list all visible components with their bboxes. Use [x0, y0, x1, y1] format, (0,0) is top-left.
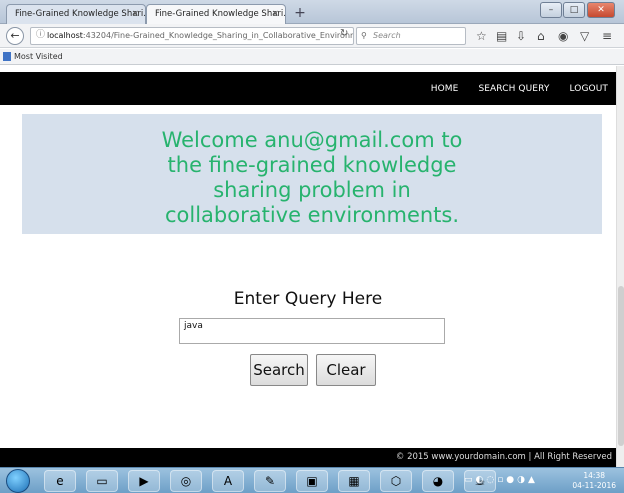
menu-home-link[interactable]: HOME	[431, 84, 459, 94]
menu-search-query-link[interactable]: SEARCH QUERY	[478, 84, 549, 94]
bookmark-folder-icon	[3, 52, 11, 61]
query-heading: Enter Query Here	[233, 289, 383, 309]
tray-icons[interactable]: ▭◐◌▫●◑▲	[464, 475, 538, 485]
minimize-icon[interactable]: –	[540, 2, 562, 18]
menu-logout-link[interactable]: LOGOUT	[569, 84, 608, 94]
pocket-icon[interactable]: ▽	[580, 29, 589, 43]
reload-icon[interactable]: ↻	[340, 28, 348, 39]
scrollbar-thumb[interactable]	[618, 286, 624, 446]
query-input[interactable]	[179, 318, 445, 344]
menu-hamburger-icon[interactable]: ≡	[602, 29, 612, 43]
site-header: HOME SEARCH QUERY LOGOUT	[0, 72, 616, 105]
home-icon[interactable]: ⌂	[537, 29, 545, 43]
paint-icon[interactable]: ✎	[254, 470, 286, 492]
tab-close-icon[interactable]: ×	[271, 5, 279, 23]
browser-tab-1[interactable]: Fine-Grained Knowledge Shari... ×	[6, 4, 146, 24]
footer-copyright: © 2015 www.yourdomain.com | All Right Re…	[395, 452, 612, 462]
url-path: :43204/Fine-Grained_Knowledge_Sharing_in…	[82, 31, 354, 40]
address-bar[interactable]: localhost:43204/Fine-Grained_Knowledge_S…	[30, 27, 354, 45]
search-button[interactable]: Search	[250, 354, 308, 386]
tab-close-icon[interactable]: ×	[131, 5, 139, 23]
browser-search-box[interactable]: ⚲ Search	[356, 27, 466, 45]
notepad-icon[interactable]: ▦	[338, 470, 370, 492]
browser-tab-bar: Fine-Grained Knowledge Shari... × Fine-G…	[0, 0, 624, 24]
media-player-icon[interactable]: ▶	[128, 470, 160, 492]
bookmark-star-icon[interactable]: ☆	[476, 29, 487, 43]
sync-icon[interactable]: ◉	[558, 29, 568, 43]
clear-button[interactable]: Clear	[316, 354, 376, 386]
url-host: localhost	[47, 31, 83, 40]
image-viewer-icon[interactable]: ▣	[296, 470, 328, 492]
browser-nav-bar: ← localhost:43204/Fine-Grained_Knowledge…	[0, 24, 624, 48]
bookmarks-bar: Most Visited	[0, 49, 624, 65]
browser-search-placeholder: Search	[373, 31, 401, 40]
site-footer: © 2015 www.yourdomain.com | All Right Re…	[0, 448, 616, 467]
search-icon: ⚲	[361, 31, 367, 40]
system-tray: ▭◐◌▫●◑▲ 14:38 04-11-2016	[454, 468, 624, 493]
clock-time: 14:38	[583, 471, 606, 480]
file-explorer-icon[interactable]: ▭	[86, 470, 118, 492]
welcome-banner: Welcome anu@gmail.com to the fine-graine…	[22, 114, 602, 234]
tab-title: Fine-Grained Knowledge Shari...	[155, 9, 286, 19]
reading-list-icon[interactable]: ▤	[496, 29, 507, 43]
main-menu: HOME SEARCH QUERY LOGOUT	[411, 72, 608, 105]
taskbar-clock[interactable]: 14:38 04-11-2016	[572, 471, 616, 491]
chrome-icon[interactable]: ◎	[170, 470, 202, 492]
pdf-reader-icon[interactable]: A	[212, 470, 244, 492]
info-icon[interactable]: ⓘ	[36, 27, 45, 40]
tab-title: Fine-Grained Knowledge Shari...	[15, 9, 146, 19]
back-arrow-icon[interactable]: ←	[6, 27, 24, 45]
clock-date: 04-11-2016	[572, 481, 616, 490]
start-button-icon[interactable]	[6, 469, 30, 493]
download-icon[interactable]: ⇩	[516, 29, 526, 43]
firefox-icon[interactable]: ◕	[422, 470, 454, 492]
maximize-icon[interactable]: □	[563, 2, 585, 18]
close-window-icon[interactable]: ✕	[587, 2, 615, 18]
page-scrollbar[interactable]	[616, 66, 624, 467]
new-tab-button[interactable]: +	[290, 4, 310, 22]
browser-tab-2[interactable]: Fine-Grained Knowledge Shari... ×	[146, 4, 286, 24]
ie-icon[interactable]: e	[44, 470, 76, 492]
netbeans-icon[interactable]: ⬡	[380, 470, 412, 492]
welcome-message: Welcome anu@gmail.com to the fine-graine…	[161, 128, 463, 227]
bookmark-most-visited[interactable]: Most Visited	[14, 52, 63, 61]
page-viewport: HOME SEARCH QUERY LOGOUT Welcome anu@gma…	[0, 66, 616, 467]
windows-taskbar: e ▭ ▶ ◎ A ✎ ▣ ▦ ⬡ ◕ ☕ ▭◐◌▫●◑▲ 14:38 04-1…	[0, 467, 624, 493]
